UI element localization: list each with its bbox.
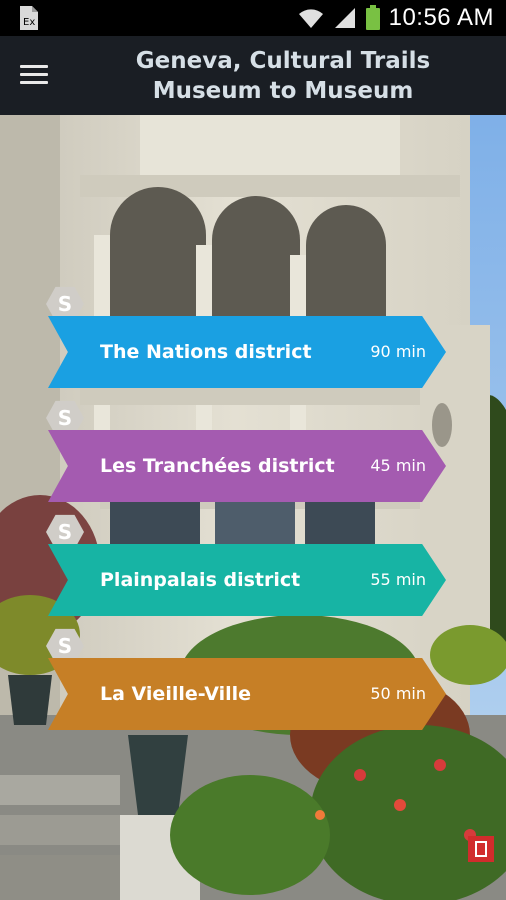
wifi-icon: [298, 9, 323, 28]
svg-text:Ex: Ex: [23, 17, 35, 28]
trail-name: Les Tranchées district: [100, 455, 335, 477]
status-time: 10:56 AM: [388, 4, 494, 31]
trail-duration: 45 min: [370, 456, 426, 475]
trail-name: La Vieille-Ville: [100, 683, 252, 705]
trail-les-tranchees-district[interactable]: Les Tranchées district 45 min: [48, 430, 446, 502]
signal-icon: [334, 8, 355, 28]
battery-icon: [365, 5, 380, 30]
trail-la-vieille-ville[interactable]: La Vieille-Ville 50 min: [48, 658, 446, 730]
app-title-line-2: Museum to Museum: [152, 78, 414, 104]
trail-duration: 55 min: [370, 570, 426, 589]
status-bar: Ex 10:56 AM: [0, 0, 506, 36]
app-title-line-1: Geneva, Cultural Trails: [135, 48, 431, 74]
hero-background-image: [0, 115, 506, 900]
trail-nations-district[interactable]: The Nations district 90 min: [48, 316, 446, 388]
trail-duration: 90 min: [370, 342, 426, 361]
trail-name: Plainpalais district: [100, 569, 301, 591]
trail-plainpalais-district[interactable]: Plainpalais district 55 min: [48, 544, 446, 616]
app-title: Geneva, Cultural Trails Museum to Museum: [100, 46, 466, 106]
trail-name: The Nations district: [100, 341, 312, 363]
trail-duration: 50 min: [370, 684, 426, 703]
status-icons: 10:56 AM: [297, 0, 494, 36]
notification-icon: Ex: [20, 6, 38, 30]
logo-badge-icon: [468, 836, 494, 862]
app-bar: Geneva, Cultural Trails Museum to Museum: [0, 36, 506, 115]
hamburger-menu-icon[interactable]: [20, 60, 60, 92]
villa-photo: [0, 115, 506, 900]
